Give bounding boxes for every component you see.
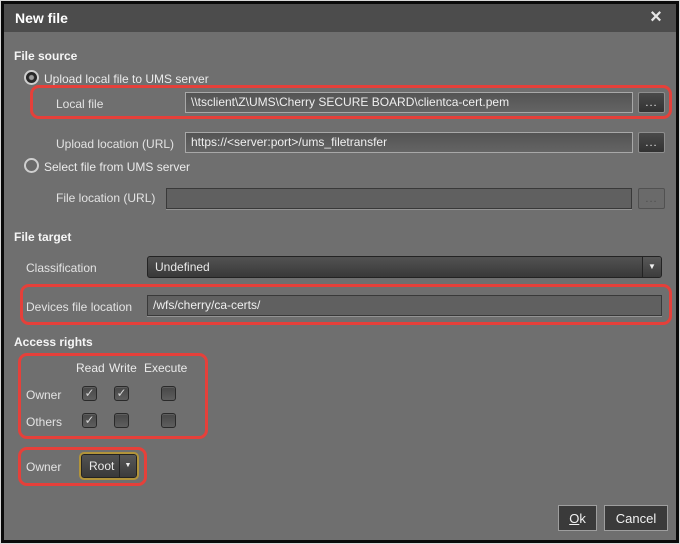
access-rights-heading: Access rights [14, 335, 93, 349]
others-row-label: Others [26, 415, 63, 429]
owner-dropdown-label: Owner [26, 460, 62, 474]
dialog-title: New file [15, 10, 68, 26]
local-file-label: Local file [56, 97, 104, 111]
radio-select-from-ums[interactable] [24, 158, 39, 173]
ok-button-accel: O [569, 511, 580, 526]
cancel-button[interactable]: Cancel [604, 505, 668, 531]
local-file-browse-button[interactable]: ... [638, 92, 665, 113]
file-source-heading: File source [14, 49, 78, 63]
devices-file-location-input[interactable]: /wfs/cherry/ca-certs/ [147, 295, 662, 316]
local-file-input[interactable]: \\tsclient\Z\UMS\Cherry SECURE BOARD\cli… [185, 92, 633, 113]
ok-button-rest: k [579, 511, 586, 526]
file-location-label: File location (URL) [56, 191, 156, 205]
owner-write-checkbox[interactable]: ✓ [114, 386, 129, 401]
file-location-browse-button: ... [638, 188, 665, 209]
radio-upload-local-file[interactable] [24, 70, 39, 85]
radio-select-from-ums-label[interactable]: Select file from UMS server [44, 160, 190, 174]
others-write-checkbox[interactable] [114, 413, 129, 428]
classification-label: Classification [26, 261, 97, 275]
upload-location-input[interactable]: https://<server:port>/ums_filetransfer [185, 132, 633, 153]
dialog-titlebar: New file × [4, 4, 676, 32]
file-target-heading: File target [14, 230, 72, 244]
upload-location-label: Upload location (URL) [56, 137, 175, 151]
column-header-read: Read [76, 361, 105, 375]
radio-upload-local-file-label[interactable]: Upload local file to UMS server [44, 72, 209, 86]
column-header-write: Write [109, 361, 137, 375]
ok-button[interactable]: Ok [558, 505, 597, 531]
devices-file-location-label: Devices file location [26, 300, 133, 314]
new-file-dialog: New file × File source Upload local file… [0, 0, 680, 544]
owner-execute-checkbox[interactable] [161, 386, 176, 401]
classification-dropdown[interactable]: Undefined ▼ [147, 256, 662, 278]
file-location-input[interactable] [166, 188, 632, 209]
upload-location-browse-button[interactable]: ... [638, 132, 665, 153]
chevron-down-icon[interactable]: ▼ [642, 257, 661, 277]
owner-read-checkbox[interactable]: ✓ [82, 386, 97, 401]
classification-value: Undefined [155, 260, 210, 274]
chevron-down-icon[interactable]: ▼ [119, 455, 136, 477]
others-execute-checkbox[interactable] [161, 413, 176, 428]
others-read-checkbox[interactable]: ✓ [82, 413, 97, 428]
column-header-execute: Execute [144, 361, 188, 375]
owner-row-label: Owner [26, 388, 62, 402]
close-icon[interactable]: × [645, 4, 667, 32]
owner-dropdown[interactable]: Root ▼ [79, 452, 139, 480]
